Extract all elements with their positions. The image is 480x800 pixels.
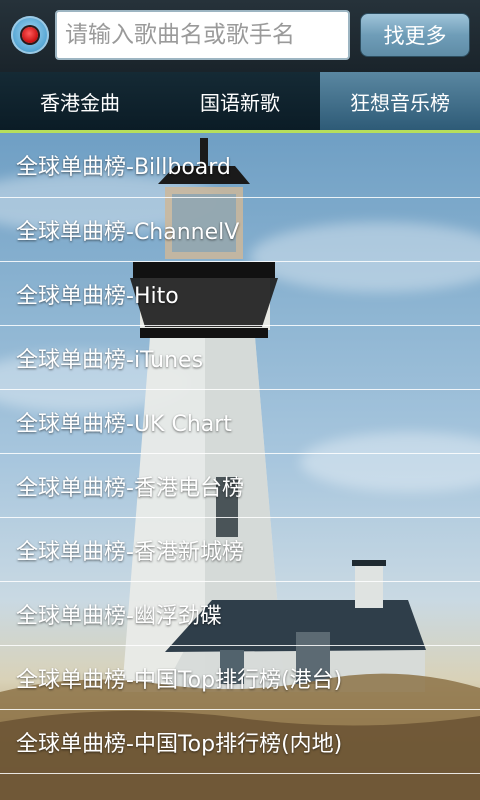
search-field[interactable] bbox=[55, 10, 350, 60]
list-item[interactable]: 全球单曲榜-中国Top排行榜(内地) bbox=[0, 710, 480, 774]
list-item[interactable]: 全球单曲榜-iTunes bbox=[0, 326, 480, 390]
top-bar: 找更多 bbox=[0, 0, 480, 72]
tab-mandarin-new[interactable]: 国语新歌 bbox=[160, 72, 320, 130]
chart-list: 全球单曲榜-Billboard 全球单曲榜-ChannelV 全球单曲榜-Hit… bbox=[0, 133, 480, 774]
category-tabs: 香港金曲 国语新歌 狂想音乐榜 bbox=[0, 72, 480, 130]
list-item[interactable]: 全球单曲榜-幽浮劲碟 bbox=[0, 582, 480, 646]
search-input[interactable] bbox=[57, 12, 348, 58]
list-item[interactable]: 全球单曲榜-Billboard bbox=[0, 133, 480, 198]
list-item[interactable]: 全球单曲榜-Hito bbox=[0, 262, 480, 326]
tab-hk-hits[interactable]: 香港金曲 bbox=[0, 72, 160, 130]
tab-crazy-charts[interactable]: 狂想音乐榜 bbox=[320, 72, 480, 130]
list-item[interactable]: 全球单曲榜-中国Top排行榜(港台) bbox=[0, 646, 480, 710]
list-item[interactable]: 全球单曲榜-香港新城榜 bbox=[0, 518, 480, 582]
find-more-button[interactable]: 找更多 bbox=[360, 13, 470, 57]
list-item[interactable]: 全球单曲榜-UK Chart bbox=[0, 390, 480, 454]
record-icon[interactable] bbox=[11, 16, 49, 54]
list-item[interactable]: 全球单曲榜-香港电台榜 bbox=[0, 454, 480, 518]
list-item[interactable]: 全球单曲榜-ChannelV bbox=[0, 198, 480, 262]
record-dot-icon bbox=[22, 27, 38, 43]
